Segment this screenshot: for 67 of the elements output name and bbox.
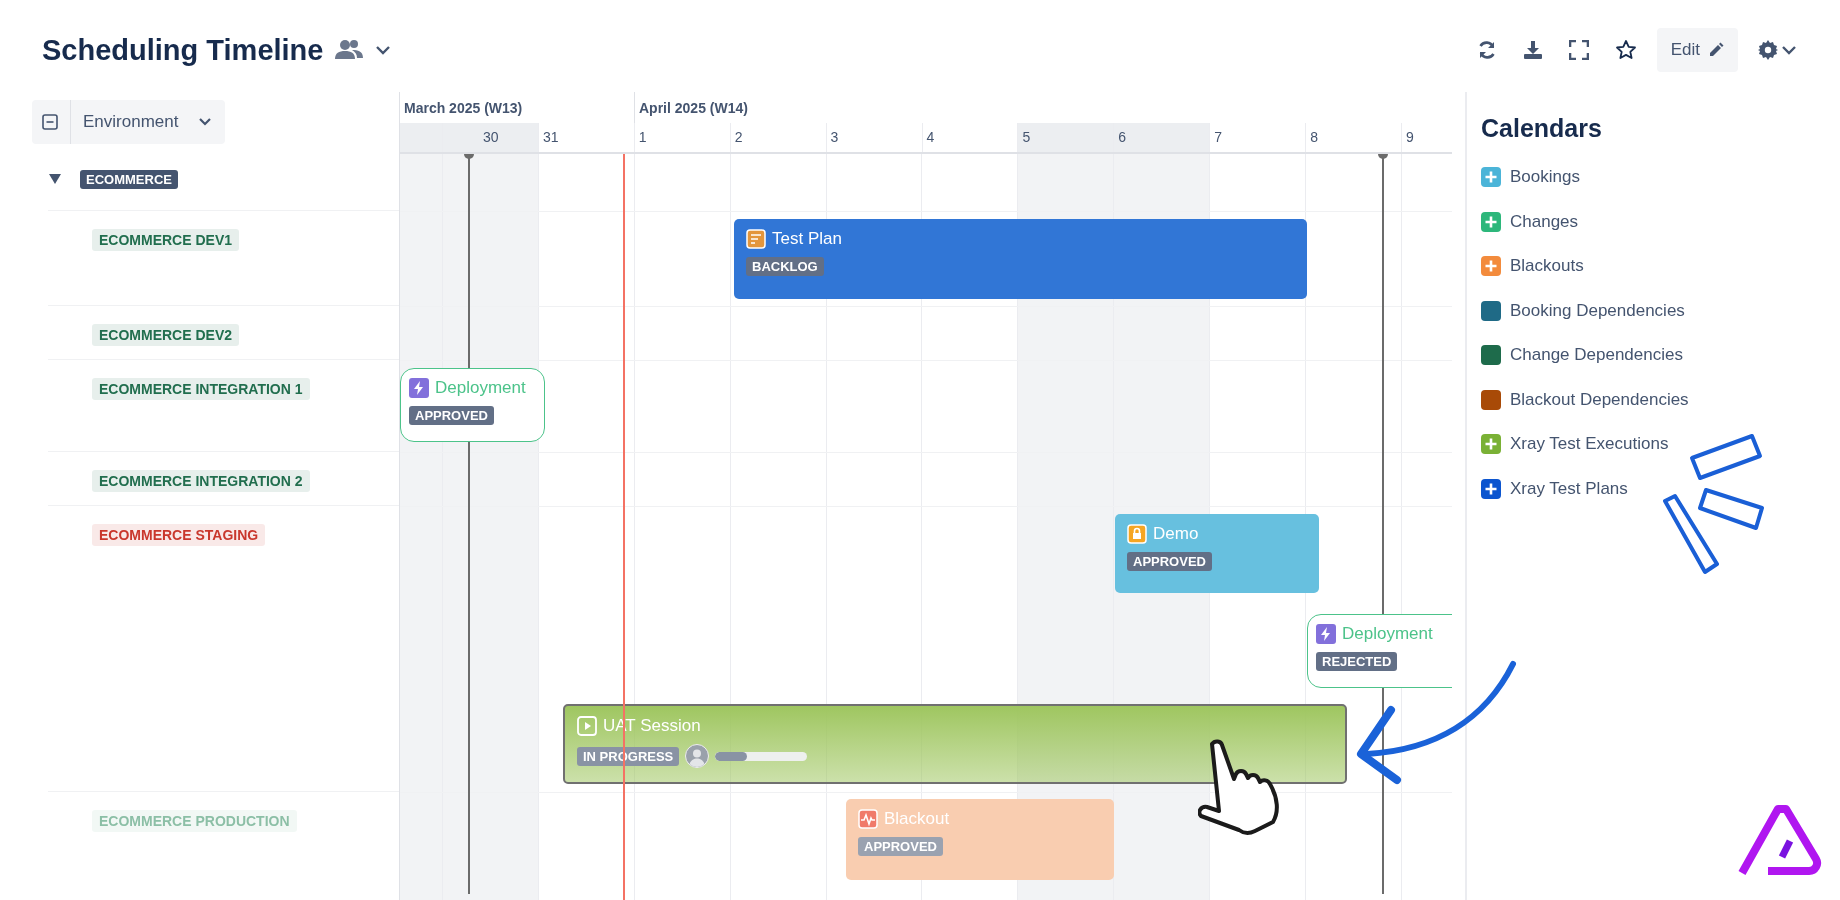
day-label: 4 xyxy=(926,129,935,145)
calendar-name[interactable]: Xray Test Plans xyxy=(1510,478,1628,499)
lock-icon xyxy=(1127,524,1147,544)
event-card[interactable]: Demo APPROVED xyxy=(1115,514,1319,593)
calendar-name[interactable]: Bookings xyxy=(1510,167,1580,188)
event-card[interactable]: Deployment APPROVED xyxy=(400,368,545,442)
collapse-icon[interactable] xyxy=(42,100,71,144)
month-label: March 2025 (W13) xyxy=(404,100,523,116)
day-label: 2 xyxy=(734,129,743,145)
calendar-name[interactable]: Blackouts xyxy=(1510,256,1584,277)
event-title: Test Plan xyxy=(772,229,842,249)
chevron-down-icon[interactable] xyxy=(375,45,392,55)
event-card[interactable]: Test Plan BACKLOG xyxy=(734,219,1307,299)
calendar-name[interactable]: Change Dependencies xyxy=(1510,345,1683,366)
bolt-icon xyxy=(409,378,429,398)
status-badge: APPROVED xyxy=(858,837,943,856)
day-label: 31 xyxy=(542,129,559,145)
environment-filter[interactable]: Environment xyxy=(32,100,225,144)
event-title: Deployment xyxy=(435,378,526,398)
day-label: 8 xyxy=(1310,129,1318,145)
environment-tag: ECOMMERCE STAGING xyxy=(92,524,266,546)
status-badge: APPROVED xyxy=(1127,552,1212,571)
event-title: Blackout xyxy=(884,809,950,829)
document-icon xyxy=(746,229,766,249)
chevron-down-icon xyxy=(1782,45,1796,55)
download-icon xyxy=(1522,40,1543,60)
bolt-icon xyxy=(1316,624,1336,644)
logo-icon xyxy=(1738,805,1822,875)
pencil-icon xyxy=(1708,42,1724,58)
star-icon xyxy=(1614,39,1637,61)
day-label: 30 xyxy=(481,129,499,145)
toggle-icon[interactable] xyxy=(48,173,62,185)
day-label: 7 xyxy=(1214,129,1222,145)
event-title: Demo xyxy=(1153,524,1199,544)
filter-label: Environment xyxy=(83,112,180,132)
environment-tag: ECOMMERCE DEV1 xyxy=(92,229,240,251)
environment-tag: ECOMMERCE INTEGRATION 1 xyxy=(92,378,310,400)
event-card[interactable]: Deployment REJECTED xyxy=(1307,614,1452,688)
environment-tag: ECOMMERCE PRODUCTION xyxy=(92,810,297,832)
chevron-down-icon xyxy=(199,118,211,126)
day-label: 5 xyxy=(1022,129,1031,145)
event-title: Deployment xyxy=(1342,624,1433,644)
add-icon[interactable] xyxy=(1481,478,1501,499)
fullscreen-icon xyxy=(1568,40,1589,60)
status-badge: BACKLOG xyxy=(746,257,824,276)
environment-tag: ECOMMERCE INTEGRATION 2 xyxy=(92,470,310,492)
status-badge: APPROVED xyxy=(409,406,494,425)
day-label: 3 xyxy=(830,129,839,145)
settings-icon xyxy=(1758,40,1778,60)
calendar-name[interactable]: Xray Test Executions xyxy=(1510,434,1669,455)
play-icon xyxy=(577,716,597,736)
calendar-name[interactable]: Changes xyxy=(1510,211,1579,232)
month-label: April 2025 (W14) xyxy=(639,100,748,116)
day-label: 9 xyxy=(1406,129,1414,145)
avatar xyxy=(685,744,710,768)
calendar-name[interactable]: Blackout Dependencies xyxy=(1510,389,1689,410)
pulse-icon xyxy=(858,809,878,829)
group-tag: ECOMMERCE xyxy=(80,170,178,189)
calendar-name[interactable]: Booking Dependencies xyxy=(1510,300,1685,321)
environment-tag: ECOMMERCE DEV2 xyxy=(92,324,240,346)
day-label: 6 xyxy=(1118,129,1127,145)
day-label: 1 xyxy=(638,129,647,145)
page-title: Scheduling Timeline xyxy=(42,33,324,67)
panel-title: Calendars xyxy=(1481,114,1603,143)
status-badge: REJECTED xyxy=(1316,652,1398,671)
edit-button[interactable]: Edit xyxy=(1656,28,1738,72)
people-icon[interactable] xyxy=(335,39,364,61)
